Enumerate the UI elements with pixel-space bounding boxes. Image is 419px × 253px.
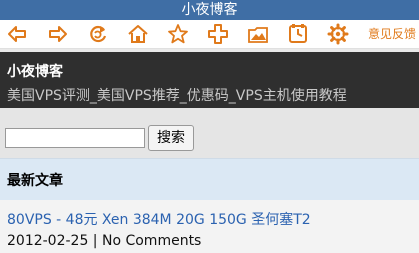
back-icon[interactable]	[6, 23, 28, 45]
bookmark-star-icon[interactable]	[167, 23, 189, 45]
feedback-link[interactable]: 意见反馈	[368, 26, 416, 42]
home-icon[interactable]	[127, 23, 149, 45]
add-icon[interactable]	[207, 23, 229, 45]
site-description: 美国VPS评测_美国VPS推荐_优惠码_VPS主机使用教程	[7, 88, 347, 104]
post-meta: 2012-02-25 | No Comments	[7, 233, 202, 249]
window-title: 小夜博客	[0, 0, 419, 20]
section-title: 最新文章	[7, 173, 63, 189]
settings-icon[interactable]	[327, 23, 349, 45]
post-title-link[interactable]: 80VPS - 48元 Xen 384M 20G 150G 圣何塞T2	[7, 209, 311, 229]
site-title[interactable]: 小夜博客	[7, 61, 63, 81]
search-button[interactable]: 搜索	[148, 125, 194, 151]
forward-icon[interactable]	[47, 23, 69, 45]
search-input[interactable]	[5, 128, 145, 148]
latest-posts-header: 最新文章	[0, 158, 419, 202]
image-icon[interactable]	[247, 23, 269, 45]
browser-toolbar: 意见反馈	[0, 20, 419, 49]
search-bar: 搜索	[0, 108, 419, 158]
list-item: 80VPS - 48元 Xen 384M 20G 150G 圣何塞T2 2012…	[0, 200, 419, 253]
refresh-icon[interactable]	[87, 23, 109, 45]
site-header: 小夜博客 美国VPS评测_美国VPS推荐_优惠码_VPS主机使用教程	[0, 52, 419, 108]
history-icon[interactable]	[287, 23, 309, 45]
